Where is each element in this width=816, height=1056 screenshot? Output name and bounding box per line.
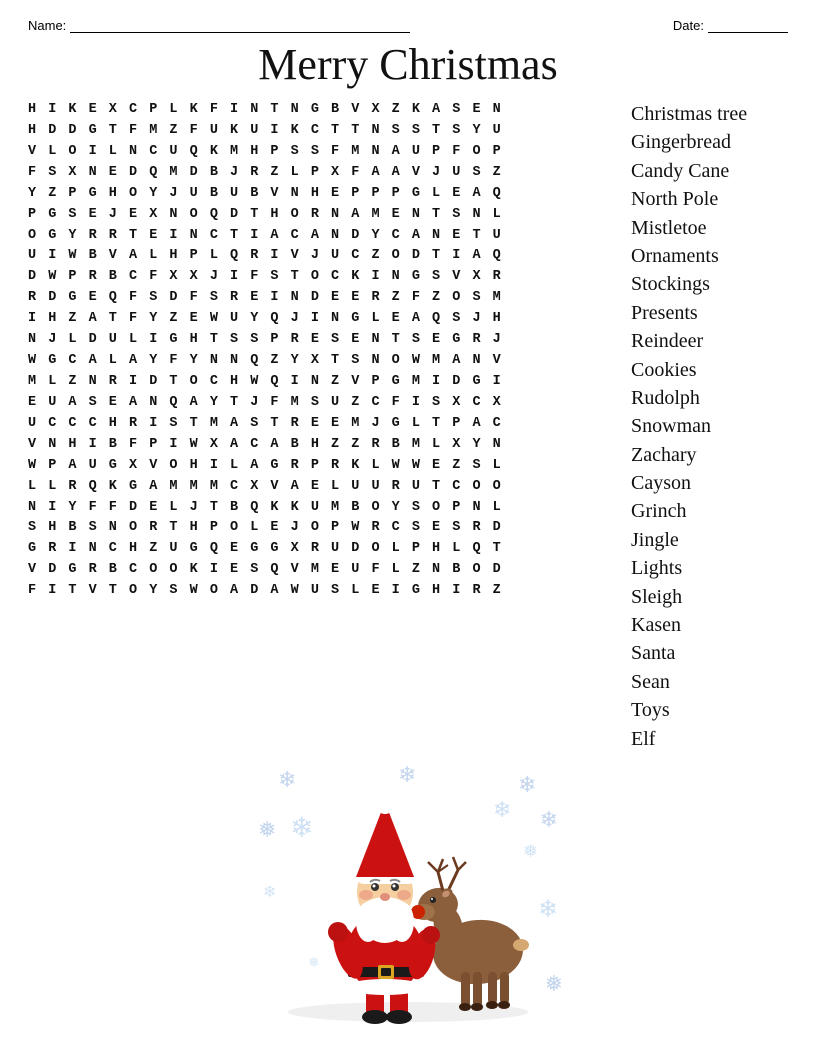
santa-illustration: ❄ ❄ ❄ ❅ ❄ ❅ bbox=[248, 757, 568, 1027]
word-list-item: Candy Cane bbox=[631, 157, 788, 185]
word-list-item: Mistletoe bbox=[631, 214, 788, 242]
svg-text:❄: ❄ bbox=[493, 797, 511, 822]
header: Name: Date: bbox=[28, 18, 788, 33]
word-grid: H I K E X C P L K F I N T N G B V X Z K … bbox=[28, 100, 611, 602]
grid-row: V L O I L N C U Q K M H P S S F M N A U … bbox=[28, 142, 611, 163]
puzzle-section: H I K E X C P L K F I N T N G B V X Z K … bbox=[28, 100, 611, 753]
page: Name: Date: Merry Christmas H I K E X C … bbox=[0, 0, 816, 1056]
word-list-item: Sleigh bbox=[631, 583, 788, 611]
main-content: H I K E X C P L K F I N T N G B V X Z K … bbox=[28, 100, 788, 753]
word-list-item: Jingle bbox=[631, 526, 788, 554]
date-underline bbox=[708, 19, 788, 33]
grid-row: V D G R B C O O K I E S Q V M E U F L Z … bbox=[28, 560, 611, 581]
date-field: Date: bbox=[673, 18, 788, 33]
grid-row: G R I N C H Z U G Q E G G X R U D O L P … bbox=[28, 539, 611, 560]
grid-row: W P A U G X V O H I L A G R P R K L W W … bbox=[28, 456, 611, 477]
word-list-item: Kasen bbox=[631, 611, 788, 639]
grid-row: N J L D U L I G H T S S P R E S E N T S … bbox=[28, 330, 611, 351]
grid-row: F I T V T O Y S W O A D A W U S L E I G … bbox=[28, 581, 611, 602]
svg-text:❅: ❅ bbox=[308, 954, 320, 970]
grid-row: E U A S E A N Q A Y T J F M S U Z C F I … bbox=[28, 393, 611, 414]
word-list-item: Santa bbox=[631, 639, 788, 667]
grid-row: H I K E X C P L K F I N T N G B V X Z K … bbox=[28, 100, 611, 121]
grid-row: M L Z N R I D T O C H W Q I N Z V P G M … bbox=[28, 372, 611, 393]
name-label: Name: bbox=[28, 18, 66, 33]
word-list-item: Reindeer bbox=[631, 327, 788, 355]
word-list-item: Snowman bbox=[631, 412, 788, 440]
grid-row: N I Y F F D E L J T B Q K K U M B O Y S … bbox=[28, 498, 611, 519]
word-list-item: Cayson bbox=[631, 469, 788, 497]
word-list-item: Sean bbox=[631, 668, 788, 696]
grid-row: S H B S N O R T H P O L E J O P W R C S … bbox=[28, 518, 611, 539]
grid-row: U C C C H R I S T M A S T R E E M J G L … bbox=[28, 414, 611, 435]
word-list-item: Presents bbox=[631, 299, 788, 327]
word-list-item: Gingerbread bbox=[631, 128, 788, 156]
page-title: Merry Christmas bbox=[28, 39, 788, 90]
word-list-item: Toys bbox=[631, 696, 788, 724]
bottom-area: ❄ ❄ ❄ ❅ ❄ ❅ bbox=[28, 757, 788, 1027]
grid-row: L L R Q K G A M M M C X V A E L U U R U … bbox=[28, 477, 611, 498]
svg-text:❄: ❄ bbox=[538, 896, 558, 923]
name-field: Name: bbox=[28, 18, 410, 33]
word-list-item: Zachary bbox=[631, 441, 788, 469]
word-list-item: Stockings bbox=[631, 270, 788, 298]
word-list-item: Ornaments bbox=[631, 242, 788, 270]
grid-row: I H Z A T F Y Z E W U Y Q J I N G L E A … bbox=[28, 309, 611, 330]
word-list-item: Lights bbox=[631, 554, 788, 582]
svg-text:❅: ❅ bbox=[523, 841, 538, 861]
word-list-item: Elf bbox=[631, 725, 788, 753]
grid-row: H D D G T F M Z F U K U I K C T T N S S … bbox=[28, 121, 611, 142]
word-list-item: Grinch bbox=[631, 497, 788, 525]
word-list-item: North Pole bbox=[631, 185, 788, 213]
word-list-item: Cookies bbox=[631, 356, 788, 384]
grid-row: V N H I B F P I W X A C A B H Z Z R B M … bbox=[28, 435, 611, 456]
date-label: Date: bbox=[673, 18, 704, 33]
name-underline bbox=[70, 19, 410, 33]
word-list-item: Rudolph bbox=[631, 384, 788, 412]
grid-row: Y Z P G H O Y J U B U B V N H E P P P G … bbox=[28, 184, 611, 205]
grid-row: F S X N E D Q M D B J R Z L P X F A A V … bbox=[28, 163, 611, 184]
grid-row: P G S E J E X N O Q D T H O R N A M E N … bbox=[28, 205, 611, 226]
word-list-section: Christmas treeGingerbreadCandy CaneNorth… bbox=[623, 100, 788, 753]
grid-row: D W P R B C F X X J I F S T O C K I N G … bbox=[28, 267, 611, 288]
santa-svg: ❄ ❄ ❅ ❄ ❄ ❅ bbox=[248, 767, 568, 1027]
word-list-item: Christmas tree bbox=[631, 100, 788, 128]
grid-row: O G Y R R T E I N C T I A C A N D Y C A … bbox=[28, 226, 611, 247]
grid-row: R D G E Q F S D F S R E I N D E E R Z F … bbox=[28, 288, 611, 309]
grid-row: U I W B V A L H P L Q R I V J U C Z O D … bbox=[28, 246, 611, 267]
grid-row: W G C A L A Y F Y N N Q Z Y X T S N O W … bbox=[28, 351, 611, 372]
svg-text:❄: ❄ bbox=[290, 812, 313, 843]
svg-text:❄: ❄ bbox=[263, 884, 276, 901]
